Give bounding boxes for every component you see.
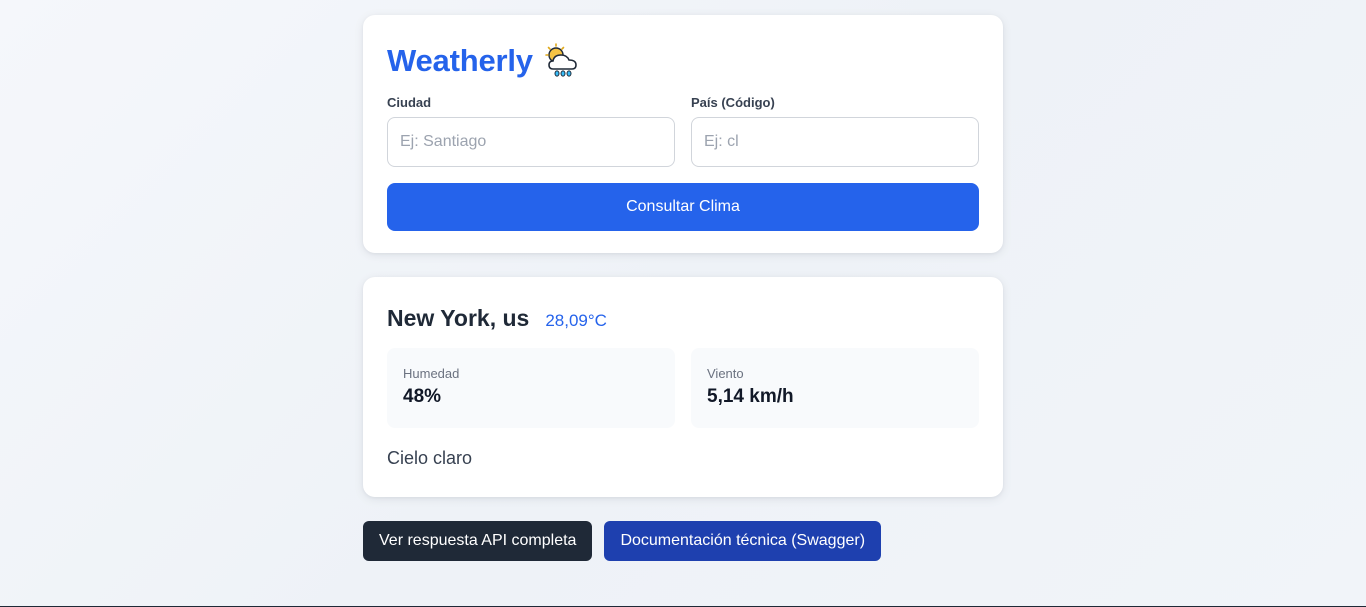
wind-value: 5,14 km/h xyxy=(707,386,794,407)
result-header: New York, us 28,09°C xyxy=(387,305,979,332)
view-api-response-button[interactable]: Ver respuesta API completa xyxy=(363,521,593,561)
weather-description: Cielo claro xyxy=(387,448,473,468)
country-code-input[interactable] xyxy=(691,117,979,167)
title-row: Weatherly xyxy=(387,41,979,81)
weather-stats: Humedad 48% Viento 5,14 km/h xyxy=(387,348,979,428)
search-card: Weatherly Ciudad Ej: Santiago País (Códi… xyxy=(363,15,1003,253)
wind-label: Viento xyxy=(707,366,744,381)
humidity-value: 48% xyxy=(403,386,442,407)
wind-stat: Viento 5,14 km/h xyxy=(691,348,979,428)
sun-cloud-rain-icon xyxy=(543,42,581,80)
swagger-docs-button[interactable]: Documentación técnica (Swagger) xyxy=(604,521,882,561)
temperature: 28,09°C xyxy=(545,311,607,330)
action-buttons: Ver respuesta API completa Documentación… xyxy=(363,521,1003,561)
humidity-stat: Humedad 48% xyxy=(387,348,675,428)
main-container: Weatherly Ciudad Ej: Santiago País (Códi… xyxy=(363,15,1003,561)
location-name: New York, us xyxy=(387,305,530,331)
search-fields: Ciudad País (Código) xyxy=(387,95,979,167)
weather-result-card: New York, us 28,09°C Humedad 48% Viento … xyxy=(363,277,1003,497)
city-input[interactable] xyxy=(387,117,675,167)
country-field-group: País (Código) xyxy=(691,95,979,167)
city-field-group: Ciudad xyxy=(387,95,675,167)
humidity-label: Humedad xyxy=(403,366,460,381)
country-label: País (Código) xyxy=(691,95,775,110)
check-weather-button[interactable]: Consultar Clima xyxy=(387,183,979,231)
city-label: Ciudad xyxy=(387,95,432,110)
app-title: Weatherly xyxy=(387,43,533,78)
